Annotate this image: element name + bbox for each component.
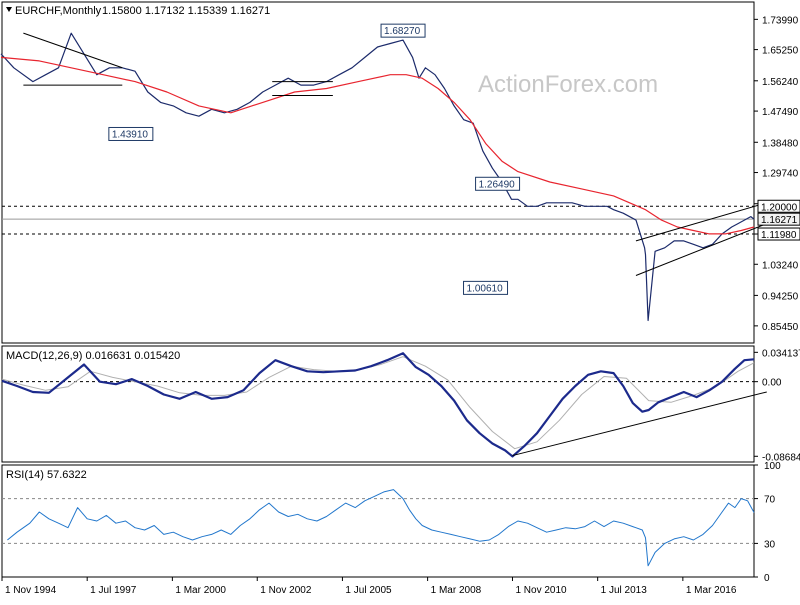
price-y-tick-label: 0.85450 — [762, 322, 799, 333]
price-y-tick-label: 1.65250 — [762, 46, 799, 57]
dropdown-triangle-icon[interactable] — [6, 7, 12, 12]
price-y-tick-label: 1.47490 — [762, 107, 799, 118]
x-tick-label: 1 Jul 2013 — [601, 585, 648, 596]
macd-line — [1, 352, 755, 458]
x-tick-label: 1 Nov 2010 — [515, 585, 567, 596]
x-tick-label: 1 Jul 1997 — [90, 585, 137, 596]
x-tick-label: 1 Mar 2000 — [175, 585, 226, 596]
symbol-label: EURCHF,Monthly — [15, 5, 102, 17]
macd-trendline — [512, 391, 767, 457]
price-y-tick-label: 1.29740 — [762, 169, 799, 180]
price-reference-tag-label: 1.20000 — [761, 202, 798, 213]
price-y-tick-label: 1.38480 — [762, 138, 799, 149]
price-trendline — [635, 202, 767, 242]
price-y-tick-label: 1.03240 — [762, 260, 799, 271]
macd-y-tick-label: 0.034137 — [762, 348, 800, 359]
rsi-y-tick-label: 100 — [764, 461, 781, 472]
price-annotation-label: 1.00610 — [467, 283, 504, 294]
price-trendline — [635, 223, 767, 276]
macd-y-tick-label: 0.00 — [762, 378, 782, 389]
watermark: ActionForex.com — [478, 71, 658, 98]
rsi-panel-frame — [1, 464, 755, 578]
rsi-y-tick-label: 30 — [764, 539, 776, 550]
price-trendline — [23, 32, 123, 69]
price-annotation-label: 1.43910 — [112, 129, 149, 140]
chart-svg: ActionForex.com EURCHF,Monthly 1.15800 1… — [0, 1, 800, 596]
price-panel-frame — [1, 1, 755, 344]
ohlc-values: 1.15800 1.17132 1.15339 1.16271 — [102, 5, 270, 17]
macd-signal-line — [1, 356, 755, 450]
rsi-y-tick-label: 0 — [764, 573, 770, 584]
macd-title: MACD(12,26,9) 0.016631 0.015420 — [6, 350, 180, 362]
x-tick-label: 1 Jul 2005 — [345, 585, 392, 596]
x-tick-label: 1 Nov 2002 — [260, 585, 312, 596]
x-tick-label: 1 Nov 1994 — [5, 585, 57, 596]
price-annotation-label: 1.26490 — [479, 179, 516, 190]
rsi-y-tick-label: 70 — [764, 495, 776, 506]
price-y-tick-label: 1.73990 — [762, 15, 799, 26]
x-tick-label: 1 Mar 2008 — [431, 585, 482, 596]
price-reference-tag-label: 1.11980 — [761, 230, 797, 241]
price-y-tick-label: 1.56240 — [762, 77, 799, 88]
chart-window: ActionForex.com EURCHF,Monthly 1.15800 1… — [0, 0, 800, 600]
x-tick-label: 1 Mar 2016 — [686, 585, 737, 596]
price-y-tick-label: 0.94250 — [762, 291, 799, 302]
price-reference-tag-label: 1.16271 — [761, 215, 798, 226]
rsi-line — [7, 489, 755, 567]
price-annotation-label: 1.68270 — [384, 26, 421, 37]
rsi-title: RSI(14) 57.6322 — [6, 469, 87, 481]
